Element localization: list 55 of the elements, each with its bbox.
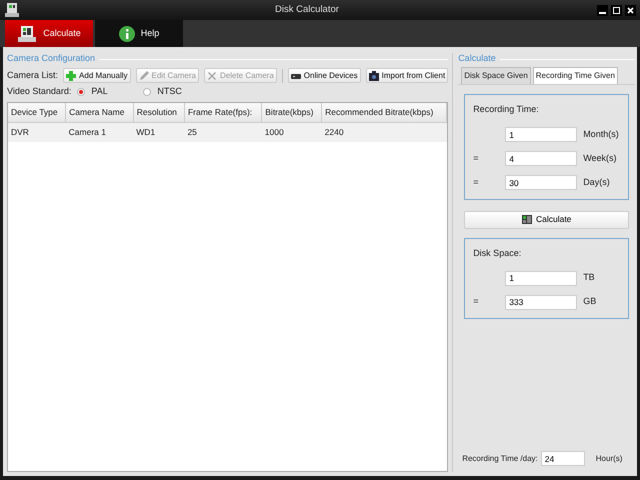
nav-tab[interactable]: Help bbox=[95, 20, 183, 47]
group-title: Disk Space: bbox=[473, 246, 522, 260]
field-label: Recording Time /day: bbox=[462, 452, 538, 464]
column-header[interactable]: Recommended Bitrate(kbps) bbox=[322, 103, 447, 122]
calculator-icon bbox=[17, 24, 38, 42]
input-field[interactable]: 1 bbox=[505, 270, 578, 286]
unit-label: Hour(s) bbox=[596, 452, 622, 464]
group-title: Recording Time: bbox=[473, 103, 540, 116]
plus-icon bbox=[66, 70, 76, 80]
maximize-button[interactable] bbox=[611, 4, 622, 16]
window-title: Disk Calculator bbox=[274, 2, 340, 17]
calculate-button[interactable]: Calculate bbox=[464, 210, 630, 228]
column-header[interactable]: Camera Name bbox=[66, 103, 134, 122]
app-icon bbox=[4, 2, 20, 18]
table-cell: 1000 bbox=[262, 122, 322, 142]
equals-sign: = bbox=[473, 176, 478, 187]
field-label: Camera List: bbox=[7, 68, 58, 82]
column-header[interactable]: Resolution bbox=[133, 103, 184, 122]
column-header[interactable]: Device Type bbox=[8, 103, 66, 122]
input-field[interactable]: 4 bbox=[505, 151, 578, 166]
close-button[interactable] bbox=[625, 4, 636, 16]
unit-label: Month(s) bbox=[583, 128, 619, 141]
toolbar-button[interactable]: Add Manually bbox=[63, 68, 131, 83]
table-cell: WD1 bbox=[133, 122, 184, 142]
table-cell: 25 bbox=[184, 122, 262, 142]
column-header[interactable]: Frame Rate(fps): bbox=[184, 103, 262, 122]
cross-icon bbox=[206, 70, 217, 80]
input-field[interactable]: 1 bbox=[505, 127, 578, 142]
pencil-icon bbox=[138, 70, 149, 80]
camera-icon bbox=[368, 70, 379, 80]
column-header[interactable]: Bitrate(kbps) bbox=[262, 103, 322, 122]
unit-label: GB bbox=[583, 295, 596, 308]
toolbar-button[interactable]: Import from Client bbox=[366, 68, 448, 83]
input-field[interactable]: 30 bbox=[505, 175, 578, 190]
unit-label: Day(s) bbox=[583, 176, 610, 189]
toolbar-button[interactable]: Online Devices bbox=[288, 68, 361, 83]
tab[interactable]: Recording Time Given bbox=[532, 67, 618, 84]
tab[interactable]: Disk Space Given bbox=[461, 67, 531, 84]
equals-sign: = bbox=[473, 152, 478, 163]
unit-label: Week(s) bbox=[583, 152, 617, 165]
input-field[interactable]: 333 bbox=[505, 294, 578, 310]
info-icon bbox=[118, 26, 135, 42]
radio-option[interactable]: NTSC bbox=[143, 85, 204, 99]
input-field[interactable]: 24 bbox=[540, 451, 585, 466]
radio-option[interactable]: PAL bbox=[77, 85, 138, 99]
calculator-icon bbox=[522, 215, 532, 224]
section-title: Calculate bbox=[458, 52, 496, 66]
section-title: Camera Configuration bbox=[7, 52, 96, 66]
field-label: Video Standard: bbox=[7, 85, 72, 98]
nav-tab[interactable]: Calculate bbox=[5, 20, 93, 47]
unit-label: TB bbox=[583, 271, 595, 284]
table-cell: Camera 1 bbox=[66, 122, 134, 142]
table-cell: DVR bbox=[8, 122, 66, 142]
table-cell: 2240 bbox=[322, 122, 447, 142]
equals-sign: = bbox=[473, 296, 478, 306]
